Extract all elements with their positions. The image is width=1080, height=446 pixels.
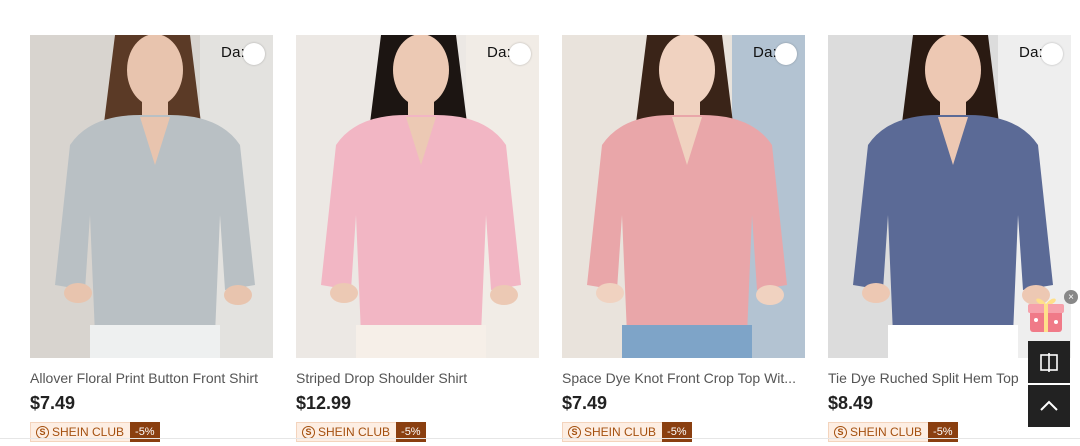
shein-club-icon: S [568,425,581,439]
model-bottoms [90,325,220,358]
shein-club-icon: S [834,425,847,439]
product-tag: Da: [221,44,245,61]
product-card[interactable]: Da: Space Dye Knot Front Crop Top Wit...… [562,35,805,442]
club-promo: S SHEIN CLUB -5% [30,422,273,442]
favorite-toggle-icon[interactable] [1041,43,1063,65]
close-icon[interactable]: × [1064,290,1078,304]
model-hand [224,285,252,305]
club-badge: S SHEIN CLUB [296,422,397,442]
club-promo: S SHEIN CLUB -5% [562,422,805,442]
model-hand [596,283,624,303]
model-bottoms [622,325,752,358]
model-hand [756,285,784,305]
discount-badge: -5% [662,422,692,442]
model-bottoms [888,325,1018,358]
club-badge: S SHEIN CLUB [30,422,131,442]
discount-badge: -5% [130,422,160,442]
product-title[interactable]: Striped Drop Shoulder Shirt [296,370,536,386]
product-price: $12.99 [296,393,352,413]
product-price: $7.49 [562,393,608,413]
model-hand [330,283,358,303]
gift-box-icon[interactable] [1024,294,1068,336]
club-label: SHEIN CLUB [584,425,657,439]
product-image[interactable]: Da: [296,35,539,358]
product-tag: Da: [1019,44,1043,61]
product-title[interactable]: Allover Floral Print Button Front Shirt [30,370,270,386]
chevron-up-icon[interactable] [1028,385,1070,427]
model-bottoms [356,325,486,358]
club-badge: S SHEIN CLUB [828,422,929,442]
club-badge: S SHEIN CLUB [562,422,663,442]
model-hand [64,283,92,303]
model-hand [862,283,890,303]
split-screen-icon[interactable] [1028,341,1070,383]
divider [0,438,1080,439]
model-hand [490,285,518,305]
product-tag: Da: [487,44,511,61]
product-image[interactable]: Da: [30,35,273,358]
club-label: SHEIN CLUB [318,425,391,439]
shein-club-icon: S [302,425,315,439]
product-title[interactable]: Space Dye Knot Front Crop Top Wit... [562,370,802,386]
back-to-top-button[interactable] [1028,385,1070,427]
club-promo: S SHEIN CLUB -5% [296,422,539,442]
favorite-toggle-icon[interactable] [775,43,797,65]
discount-badge: -5% [928,422,958,442]
product-tag: Da: [753,44,777,61]
club-label: SHEIN CLUB [850,425,923,439]
product-image[interactable]: Da: [562,35,805,358]
product-card[interactable]: Da: Striped Drop Shoulder Shirt $12.99 S… [296,35,539,442]
compare-button[interactable] [1028,341,1070,383]
discount-badge: -5% [396,422,426,442]
shein-club-icon: S [36,425,49,439]
product-card[interactable]: Da: Allover Floral Print Button Front Sh… [30,35,273,442]
product-price: $7.49 [30,393,76,413]
favorite-toggle-icon[interactable] [509,43,531,65]
club-label: SHEIN CLUB [52,425,125,439]
favorite-toggle-icon[interactable] [243,43,265,65]
